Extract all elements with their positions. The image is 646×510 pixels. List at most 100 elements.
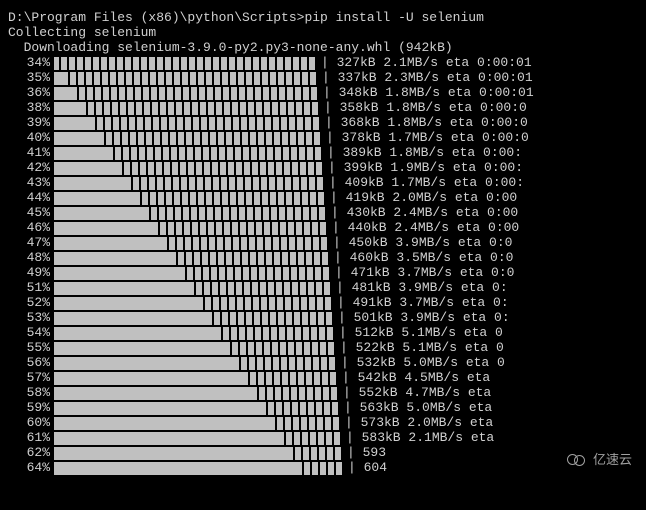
progress-row: 56% | 532kB 5.0MB/s eta 0 [8,355,638,370]
progress-bar [54,236,327,249]
progress-bar [54,56,315,69]
progress-row: 35% | 337kB 2.3MB/s eta 0:00:01 [8,70,638,85]
progress-stats: | 491kB 3.7MB/s eta 0: [337,295,638,310]
progress-row: 60%| 573kB 2.0MB/s eta [8,415,638,430]
percent-label: 57% [8,370,54,385]
percent-label: 41% [8,145,54,160]
progress-row: 59% | 563kB 5.0MB/s eta [8,400,638,415]
progress-bar [54,296,331,309]
progress-stats: | 471kB 3.7MB/s eta 0:0 [335,265,638,280]
progress-row: 42% | 399kB 1.9MB/s eta 0:00: [8,160,638,175]
progress-row: 54% | 512kB 5.1MB/s eta 0 [8,325,638,340]
percent-label: 54% [8,325,54,340]
percent-label: 53% [8,310,54,325]
progress-row: 48% | 460kB 3.5MB/s eta 0:0 [8,250,638,265]
progress-rows: 34%| 327kB 2.1MB/s eta 0:00:0135% | 337kB… [8,55,638,475]
progress-stats: | 583kB 2.1MB/s eta [346,430,638,445]
percent-label: 47% [8,235,54,250]
progress-bar [54,371,336,384]
progress-bar [54,461,342,474]
progress-bar [54,326,333,339]
progress-bar [54,161,322,174]
progress-stats: | 337kB 2.3MB/s eta 0:00:01 [322,70,638,85]
percent-label: 36% [8,85,54,100]
percent-label: 42% [8,160,54,175]
progress-bar [54,266,329,279]
progress-row: 44% | 419kB 2.0MB/s eta 0:00 [8,190,638,205]
progress-row: 34%| 327kB 2.1MB/s eta 0:00:01 [8,55,638,70]
progress-row: 39% | 368kB 1.8MB/s eta 0:00:0 [8,115,638,130]
progress-bar [54,341,334,354]
progress-bar [54,431,340,444]
progress-row: 55% | 522kB 5.1MB/s eta 0 [8,340,638,355]
percent-label: 40% [8,130,54,145]
progress-bar [54,311,332,324]
progress-row: 58%| 552kB 4.7MB/s eta [8,385,638,400]
progress-row: 43% | 409kB 1.7MB/s eta 0:00: [8,175,638,190]
progress-bar [54,206,325,219]
percent-label: 49% [8,265,54,280]
progress-bar [54,191,324,204]
progress-row: 36% | 348kB 1.8MB/s eta 0:00:01 [8,85,638,100]
progress-stats: | 552kB 4.7MB/s eta [343,385,638,400]
downloading-line: Downloading selenium-3.9.0-py2.py3-none-… [8,40,638,55]
progress-stats: | 419kB 2.0MB/s eta 0:00 [330,190,638,205]
progress-stats: | 399kB 1.9MB/s eta 0:00: [328,160,638,175]
progress-stats: | 378kB 1.7MB/s eta 0:00:0 [326,130,638,145]
percent-label: 64% [8,460,54,475]
progress-bar [54,71,316,84]
progress-bar [54,446,341,459]
progress-row: 51%| 481kB 3.9MB/s eta 0: [8,280,638,295]
status-line: Collecting selenium [8,25,638,40]
progress-bar [54,386,337,399]
progress-row: 46%| 440kB 2.4MB/s eta 0:00 [8,220,638,235]
percent-label: 52% [8,295,54,310]
percent-label: 62% [8,445,54,460]
progress-stats: | 522kB 5.1MB/s eta 0 [340,340,638,355]
percent-label: 59% [8,400,54,415]
progress-bar [54,131,320,144]
progress-stats: | 460kB 3.5MB/s eta 0:0 [334,250,638,265]
progress-row: 61% | 583kB 2.1MB/s eta [8,430,638,445]
percent-label: 34% [8,55,54,70]
progress-row: 40% | 378kB 1.7MB/s eta 0:00:0 [8,130,638,145]
progress-row: 52% | 491kB 3.7MB/s eta 0: [8,295,638,310]
percent-label: 48% [8,250,54,265]
percent-label: 43% [8,175,54,190]
progress-row: 53% | 501kB 3.9MB/s eta 0: [8,310,638,325]
progress-stats: | 532kB 5.0MB/s eta 0 [341,355,638,370]
progress-bar [54,251,328,264]
progress-bar [54,146,321,159]
watermark-text: 亿速云 [593,452,632,467]
progress-row: 47% | 450kB 3.9MB/s eta 0:0 [8,235,638,250]
percent-label: 61% [8,430,54,445]
percent-label: 38% [8,100,54,115]
progress-bar [54,221,326,234]
progress-row: 49% | 471kB 3.7MB/s eta 0:0 [8,265,638,280]
percent-label: 39% [8,115,54,130]
watermark: 亿速云 [569,452,632,467]
progress-stats: | 348kB 1.8MB/s eta 0:00:01 [323,85,638,100]
progress-stats: | 368kB 1.8MB/s eta 0:00:0 [325,115,638,130]
progress-stats: | 512kB 5.1MB/s eta 0 [339,325,638,340]
progress-stats: | 481kB 3.9MB/s eta 0: [336,280,638,295]
progress-stats: | 501kB 3.9MB/s eta 0: [338,310,638,325]
percent-label: 55% [8,340,54,355]
progress-bar [54,356,335,369]
percent-label: 35% [8,70,54,85]
progress-row: 64%| 604 [8,460,638,475]
progress-stats: | 450kB 3.9MB/s eta 0:0 [333,235,638,250]
progress-bar [54,401,338,414]
progress-stats: | 440kB 2.4MB/s eta 0:00 [332,220,638,235]
progress-bar [54,116,319,129]
progress-stats: | 563kB 5.0MB/s eta [344,400,638,415]
progress-bar [54,101,318,114]
progress-stats: | 542kB 4.5MB/s eta [342,370,638,385]
percent-label: 44% [8,190,54,205]
progress-stats: | 409kB 1.7MB/s eta 0:00: [329,175,638,190]
progress-row: 41%| 389kB 1.8MB/s eta 0:00: [8,145,638,160]
prompt-line: D:\Program Files (x86)\python\Scripts>pi… [8,10,638,25]
progress-bar [54,86,317,99]
percent-label: 56% [8,355,54,370]
progress-stats: | 573kB 2.0MB/s eta [345,415,638,430]
